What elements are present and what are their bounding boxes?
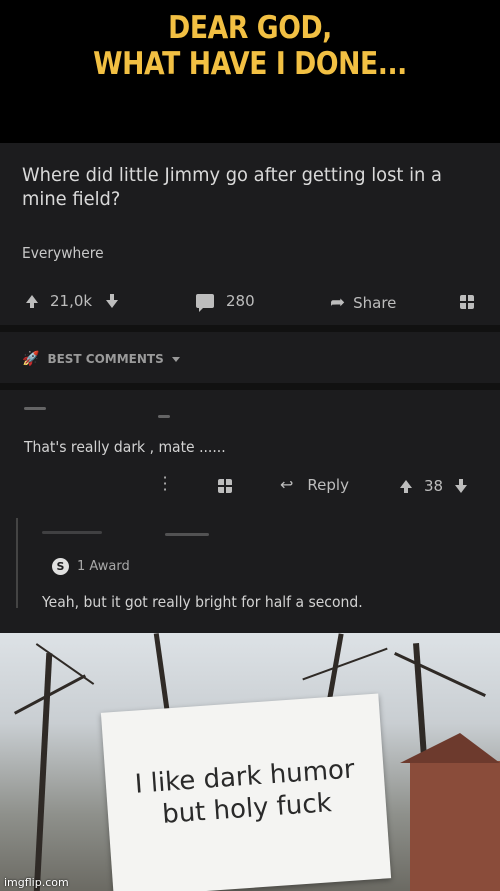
award-icon: S	[52, 558, 69, 575]
comment-1-text: That's really dark , mate ......	[24, 438, 226, 456]
meme-caption: DEAR GOD, WHAT HAVE I DONE...	[35, 10, 465, 82]
caption-line-1: DEAR GOD,	[168, 10, 332, 46]
reply-label: Reply	[307, 475, 349, 494]
reddit-post: Where did little Jimmy go after getting …	[0, 143, 500, 633]
reply-author-redacted	[42, 531, 102, 534]
upvote-icon[interactable]	[400, 480, 412, 493]
comment-count: 280	[226, 292, 255, 310]
protest-sign: I like dark humor but holy fuck	[100, 693, 392, 891]
comment-score: 38	[424, 477, 444, 495]
reply-icon: ↩	[280, 475, 294, 494]
comment-time-redacted	[158, 415, 170, 418]
brick-building	[400, 733, 500, 891]
comment-author-redacted	[24, 407, 46, 410]
vote-group: 21,0k	[26, 292, 119, 310]
sign-text: I like dark humor but holy fuck	[133, 754, 356, 830]
downvote-icon[interactable]	[106, 294, 119, 308]
section-divider	[0, 325, 500, 332]
comment-1-actions: · · · ↩ Reply 38	[0, 470, 500, 501]
comment-award-button[interactable]	[218, 479, 232, 493]
reply-time-redacted	[165, 533, 209, 536]
imgflip-watermark: imgflip.com	[4, 876, 69, 889]
award-button[interactable]	[460, 295, 474, 309]
comment-vote-group: 38	[400, 477, 468, 495]
section-divider	[0, 383, 500, 390]
more-options-icon[interactable]: · · ·	[162, 470, 168, 498]
post-body: Everywhere	[22, 244, 104, 262]
share-label: Share	[353, 293, 397, 312]
tree-branch	[394, 652, 486, 697]
gift-icon	[218, 479, 232, 493]
caption-line-2: WHAT HAVE I DONE...	[93, 46, 407, 82]
caption-band: DEAR GOD, WHAT HAVE I DONE...	[0, 0, 500, 143]
post-title: Where did little Jimmy go after getting …	[22, 164, 443, 210]
post-action-bar: 21,0k 280 ➦ Share	[0, 287, 500, 317]
award-label: 1 Award	[77, 559, 130, 574]
chevron-down-icon	[171, 356, 180, 362]
comment-2-text: Yeah, but it got really bright for half …	[42, 593, 363, 611]
rocket-icon: 🚀	[22, 351, 40, 367]
upvote-icon[interactable]	[26, 295, 38, 308]
tree-trunk	[33, 653, 53, 891]
share-button[interactable]: ➦ Share	[330, 292, 396, 313]
tree-branch	[302, 647, 388, 681]
thread-line	[16, 518, 18, 608]
sort-comments-dropdown[interactable]: 🚀 BEST COMMENTS	[22, 351, 180, 367]
gift-icon	[460, 295, 474, 309]
comment-icon	[196, 294, 214, 312]
downvote-icon[interactable]	[455, 479, 468, 493]
reply-button[interactable]: ↩ Reply	[280, 475, 349, 494]
sort-label: BEST COMMENTS	[47, 352, 164, 366]
upvote-count: 21,0k	[50, 292, 93, 310]
meme-photo: I like dark humor but holy fuck imgflip.…	[0, 633, 500, 891]
award-badge: S 1 Award	[52, 558, 130, 575]
share-icon: ➦	[330, 292, 346, 313]
comments-button[interactable]: 280	[196, 292, 255, 312]
